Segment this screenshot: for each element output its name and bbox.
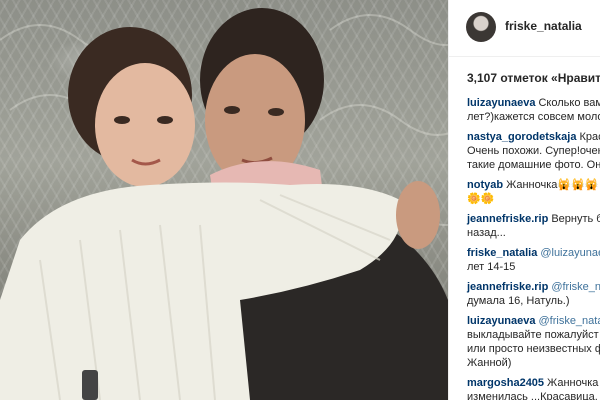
comment-text: Вернуть б (551, 213, 600, 225)
comment-author[interactable]: friske_natalia (467, 247, 537, 259)
comment-author[interactable]: nastya_gorodetskaja (467, 131, 576, 143)
comment-author[interactable]: jeannefriske.rip (467, 281, 548, 293)
comment-item: jeannefriske.rip@friske_nata думала 16, … (467, 280, 600, 308)
comment-item: friske_natalia@luizayunaeva лет 14-15 (467, 246, 600, 274)
comment-author[interactable]: jeannefriske.rip (467, 213, 548, 225)
comment-text-line: назад... (467, 227, 506, 239)
comment-text-line: 🌼🌼 (467, 193, 495, 205)
comment-text-line: лет?)кажется совсем моло (467, 111, 600, 123)
comment-text-line: Жанной) (467, 357, 512, 369)
comment-mention[interactable]: @friske_nata (551, 281, 600, 293)
comment-text: Крас (579, 131, 600, 143)
comment-text-line: изменилась ...Красавица. (467, 391, 598, 400)
post-photo-illustration (0, 8, 448, 400)
comment-mention[interactable]: @friske_natal (538, 315, 600, 327)
comment-text-line: или просто неизвестных ф (467, 343, 600, 355)
comment-item: luizayunaeva Сколько вам лет?)кажется сов… (467, 96, 600, 124)
comment-item: jeannefriske.rip Вернуть б назад... (467, 212, 600, 240)
comment-author[interactable]: notyab (467, 179, 503, 191)
comment-text-line: Очень похожи. Супер!очен (467, 145, 600, 157)
post-sidebar: friske_natalia 3,107 отметок «Нравится» … (448, 0, 600, 400)
comment-text-line: такие домашние фото. Они (467, 159, 600, 171)
avatar[interactable] (466, 12, 496, 42)
comment-mention[interactable]: @luizayunaeva (540, 247, 600, 259)
comment-text-line: лет 14-15 (467, 261, 516, 273)
post-username[interactable]: friske_natalia (505, 19, 582, 33)
comment-text: Сколько вам (538, 97, 600, 109)
comment-text: Жанночка (547, 377, 599, 389)
comment-text-line: выкладывайте пожалуйст (467, 329, 599, 341)
post-header: friske_natalia (449, 0, 600, 57)
comment-author[interactable]: margosha2405 (467, 377, 544, 389)
comment-item: notyab Жанночка🙀🙀🙀 🌼🌼 (467, 178, 600, 206)
comment-item: margosha2405 Жанночка изменилась ...Краса… (467, 376, 600, 400)
comment-item: nastya_gorodetskajaКрас Очень похожи. Су… (467, 130, 600, 172)
likes-count[interactable]: 3,107 отметок «Нравится» (467, 71, 600, 85)
comment-item: luizayunaeva @friske_natal выкладывайте п… (467, 314, 600, 370)
comment-author[interactable]: luizayunaeva (467, 97, 535, 109)
comment-text: Жанночка🙀🙀🙀 (506, 179, 599, 191)
post-photo[interactable] (0, 0, 448, 400)
comment-text-line: думала 16, Натуль.) (467, 295, 570, 307)
comments-list: luizayunaeva Сколько вам лет?)кажется сов… (467, 96, 600, 400)
comment-author[interactable]: luizayunaeva (467, 315, 535, 327)
